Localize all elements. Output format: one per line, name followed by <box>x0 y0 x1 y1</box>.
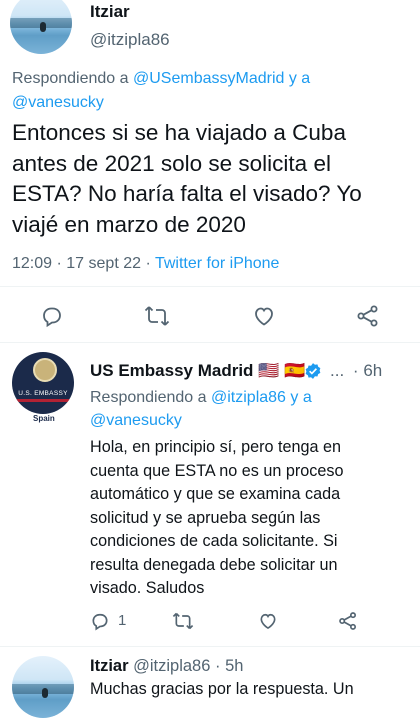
replying-to-line: Respondiendo a @USembassyMadrid y a <box>12 70 310 88</box>
replying-and: y a <box>290 389 312 406</box>
reply-time[interactable]: 6h <box>363 361 382 380</box>
tweet-text-line: Entonces si se ha viajado a Cuba <box>12 120 346 145</box>
tweet-time[interactable]: 12:09 <box>12 255 52 272</box>
reply-button[interactable] <box>40 304 64 328</box>
retweet-icon <box>144 306 170 326</box>
reply-icon <box>43 307 61 328</box>
reply-text: Hola, en principio sí, pero tenga en cue… <box>90 436 343 601</box>
share-button[interactable] <box>356 304 380 328</box>
reply-replying-line: Respondiendo a @itzipla86 y a <box>90 389 312 407</box>
reply-author-row: US Embassy Madrid 🇺🇸 🇪🇸 <box>90 361 305 381</box>
divider <box>0 342 420 343</box>
tweet-text-line: ESTA? No haría falta el visado? Yo <box>12 181 362 206</box>
tweet-source-link[interactable]: Twitter for iPhone <box>155 255 280 272</box>
author-avatar[interactable] <box>10 0 72 54</box>
mention-vanesucky[interactable]: @vanesucky <box>90 412 182 430</box>
author-handle[interactable]: @itzipla86 <box>90 30 170 50</box>
reply-text-line: automático y que se examina cada <box>90 485 341 503</box>
flag-us-icon: 🇺🇸 <box>258 361 280 380</box>
flag-es-icon: 🇪🇸 <box>284 361 306 380</box>
tweet-date[interactable]: 17 sept 22 <box>66 255 141 272</box>
share-icon <box>357 305 378 327</box>
separator-dot: · <box>352 361 359 380</box>
reply-button[interactable] <box>90 611 110 631</box>
tweet-text-line: viajé en marzo de 2020 <box>12 211 246 237</box>
embassy-avatar[interactable]: U.S. EMBASSY <box>12 352 74 414</box>
like-button[interactable] <box>258 611 278 631</box>
divider <box>0 286 420 287</box>
reply-text-line: condiciones de cada solicitante. Si <box>90 532 338 550</box>
tweet-timestamp: 12:09 · 17 sept 22 · Twitter for iPhone <box>12 255 279 273</box>
author-name[interactable]: Itziar <box>90 2 130 22</box>
embassy-avatar-sublabel: Spain <box>33 414 55 423</box>
mention-itzipla86[interactable]: @itzipla86 <box>211 389 286 406</box>
reply2-avatar[interactable] <box>12 656 74 718</box>
embassy-seal-icon <box>33 358 57 382</box>
reply-text-line: solicitud y se aprueba según las <box>90 508 321 527</box>
separator-dot: · <box>56 255 62 272</box>
replying-prefix: Respondiendo a <box>90 389 207 406</box>
like-icon <box>255 307 273 326</box>
divider <box>0 646 420 647</box>
reply-meta: ... · 6h <box>330 361 382 381</box>
like-icon <box>260 613 276 630</box>
more-icon[interactable]: ... <box>330 361 344 380</box>
tweet-text: Entonces si se ha viajado a Cuba antes d… <box>12 118 362 240</box>
verified-badge-icon <box>304 362 322 380</box>
share-icon <box>339 612 356 630</box>
mention-vanesucky[interactable]: @vanesucky <box>12 94 104 112</box>
reply-icon <box>92 613 108 631</box>
reply-text-line: resulta denegada debe solicitar un <box>90 555 338 574</box>
mention-usembassymadrid[interactable]: @USembassyMadrid <box>133 70 284 87</box>
retweet-button[interactable] <box>172 611 194 631</box>
reply2-time[interactable]: 5h <box>225 657 243 675</box>
reply2-handle[interactable]: @itzipla86 <box>133 657 210 675</box>
reply2-text: Muchas gracias por la respuesta. Un <box>90 680 354 698</box>
reply2-author-row: Itziar @itzipla86 · 5h <box>90 657 243 676</box>
separator-dot: · <box>145 255 151 272</box>
tweet-text-line: antes de 2021 solo se solicita el <box>12 150 331 176</box>
reply-text-line: Hola, en principio sí, pero tenga en <box>90 438 342 456</box>
separator-dot: · <box>215 657 221 675</box>
reply2-author-name[interactable]: Itziar <box>90 657 129 675</box>
replying-and: y a <box>288 70 311 87</box>
retweet-button[interactable] <box>144 304 170 328</box>
replying-prefix: Respondiendo a <box>12 70 129 87</box>
reply-text-line: cuenta que ESTA no es un proceso <box>90 461 344 480</box>
share-button[interactable] <box>338 611 358 631</box>
embassy-avatar-label: U.S. EMBASSY <box>18 390 68 397</box>
reply-author-name[interactable]: US Embassy Madrid <box>90 361 253 380</box>
reply-count: 1 <box>118 612 127 629</box>
reply-text-line: visado. Saludos <box>90 579 205 597</box>
like-button[interactable] <box>252 304 276 328</box>
retweet-icon <box>172 612 194 630</box>
